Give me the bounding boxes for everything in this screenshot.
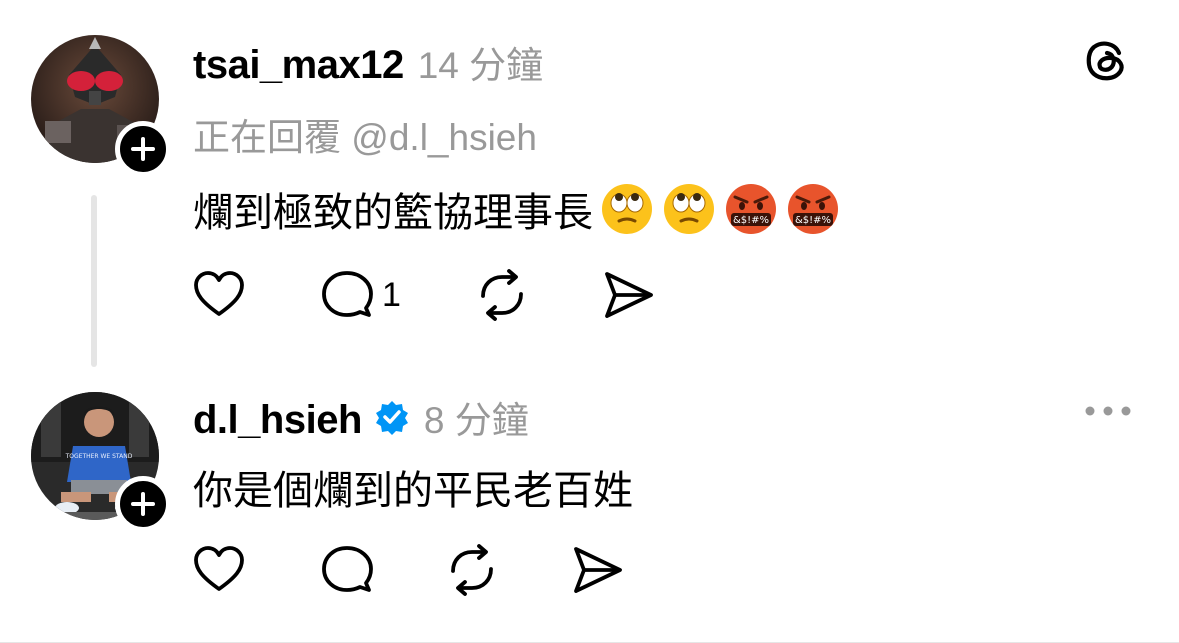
post-1: tsai_max12 14 分鐘 正在回覆 @d.l_hsieh 爛到極致的籃協…	[0, 0, 1179, 380]
username[interactable]: d.l_hsieh	[193, 398, 362, 443]
more-icon	[1085, 406, 1131, 416]
repost-button[interactable]	[475, 268, 529, 322]
heart-icon	[194, 271, 244, 316]
follow-badge[interactable]	[115, 121, 171, 177]
post-actions: 1	[0, 268, 1179, 328]
comment-icon	[322, 546, 373, 592]
like-button[interactable]	[192, 543, 246, 597]
post-text: 爛到極致的籃協理事長	[193, 191, 593, 235]
like-button[interactable]	[192, 268, 246, 322]
replying-to[interactable]: 正在回覆 @d.l_hsieh	[193, 107, 537, 161]
face-with-rolling-eyes-icon	[602, 184, 652, 234]
more-options-button[interactable]	[1084, 404, 1132, 418]
face-with-symbols-on-mouth-icon: &$!#%	[788, 184, 838, 234]
plus-icon	[131, 492, 155, 516]
post-text: 你是個爛到的平民老百姓	[193, 469, 633, 513]
follow-badge[interactable]	[115, 476, 171, 532]
heart-icon	[194, 546, 244, 591]
share-button[interactable]	[570, 543, 624, 597]
reply-button[interactable]	[320, 543, 374, 597]
svg-text:&$!#%: &$!#%	[733, 215, 769, 226]
share-button[interactable]	[601, 268, 655, 322]
username[interactable]: tsai_max12	[193, 43, 404, 88]
verified-badge-icon	[374, 399, 410, 435]
plus-icon	[131, 137, 155, 161]
post-actions	[0, 543, 1179, 603]
svg-text:&$!#%: &$!#%	[795, 215, 831, 226]
shirt-text: TOGETHER WE STAND	[65, 453, 133, 460]
repost-icon	[451, 544, 493, 596]
comment-icon	[322, 271, 373, 317]
timestamp: 8 分鐘	[423, 400, 529, 441]
send-icon	[574, 547, 622, 593]
reply-count: 1	[382, 275, 401, 314]
repost-button[interactable]	[445, 543, 499, 597]
send-icon	[605, 272, 653, 318]
timestamp: 14 分鐘	[417, 45, 544, 86]
post-2: TOGETHER WE STAND d.l_hsieh 8 分鐘 你是個爛到的平…	[0, 380, 1179, 643]
face-with-rolling-eyes-icon	[664, 184, 714, 234]
repost-icon	[481, 269, 523, 321]
reply-button[interactable]: 1	[320, 268, 401, 322]
face-with-symbols-on-mouth-icon: &$!#%	[726, 184, 776, 234]
